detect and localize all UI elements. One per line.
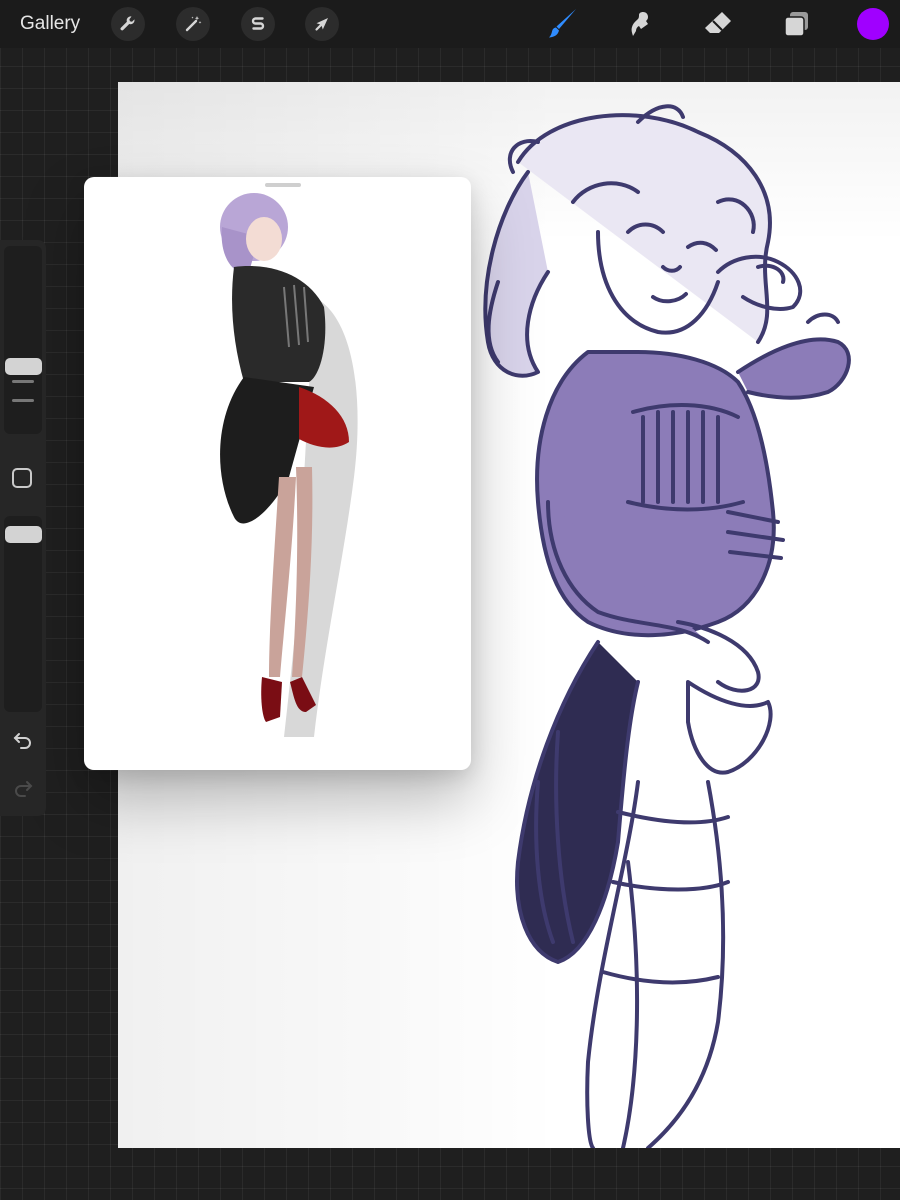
wrench-icon bbox=[118, 14, 138, 34]
erase-button[interactable] bbox=[702, 8, 734, 40]
layers-button[interactable] bbox=[780, 8, 812, 40]
actions-button[interactable] bbox=[111, 7, 145, 41]
layers-icon bbox=[781, 9, 811, 39]
undo-button[interactable] bbox=[11, 728, 35, 752]
magic-wand-icon bbox=[183, 14, 203, 34]
redo-icon bbox=[11, 776, 35, 800]
opacity-knob[interactable] bbox=[5, 526, 42, 543]
brush-size-tick bbox=[12, 380, 34, 383]
brush-size-tick bbox=[12, 399, 34, 402]
adjustments-button[interactable] bbox=[176, 7, 210, 41]
color-picker-button[interactable] bbox=[857, 8, 889, 40]
transform-button[interactable] bbox=[305, 7, 339, 41]
eraser-icon bbox=[702, 8, 734, 40]
smudge-icon bbox=[625, 9, 655, 39]
modify-button[interactable] bbox=[12, 468, 32, 488]
reference-window[interactable] bbox=[84, 177, 471, 770]
left-sidebar bbox=[0, 240, 46, 816]
redo-button[interactable] bbox=[11, 776, 35, 800]
brush-size-slider[interactable] bbox=[4, 246, 42, 434]
smudge-button[interactable] bbox=[624, 8, 656, 40]
arrow-cursor-icon bbox=[312, 14, 332, 34]
paint-button[interactable] bbox=[546, 8, 578, 40]
selection-button[interactable] bbox=[241, 7, 275, 41]
gallery-button[interactable]: Gallery bbox=[20, 12, 80, 36]
reference-drag-handle[interactable] bbox=[265, 183, 301, 187]
brush-size-knob[interactable] bbox=[5, 358, 42, 375]
undo-icon bbox=[11, 728, 35, 752]
reference-image-icon bbox=[220, 193, 358, 737]
top-toolbar: Gallery bbox=[0, 0, 900, 48]
selection-s-icon bbox=[248, 14, 268, 34]
opacity-slider[interactable] bbox=[4, 516, 42, 712]
brush-icon bbox=[545, 7, 579, 41]
